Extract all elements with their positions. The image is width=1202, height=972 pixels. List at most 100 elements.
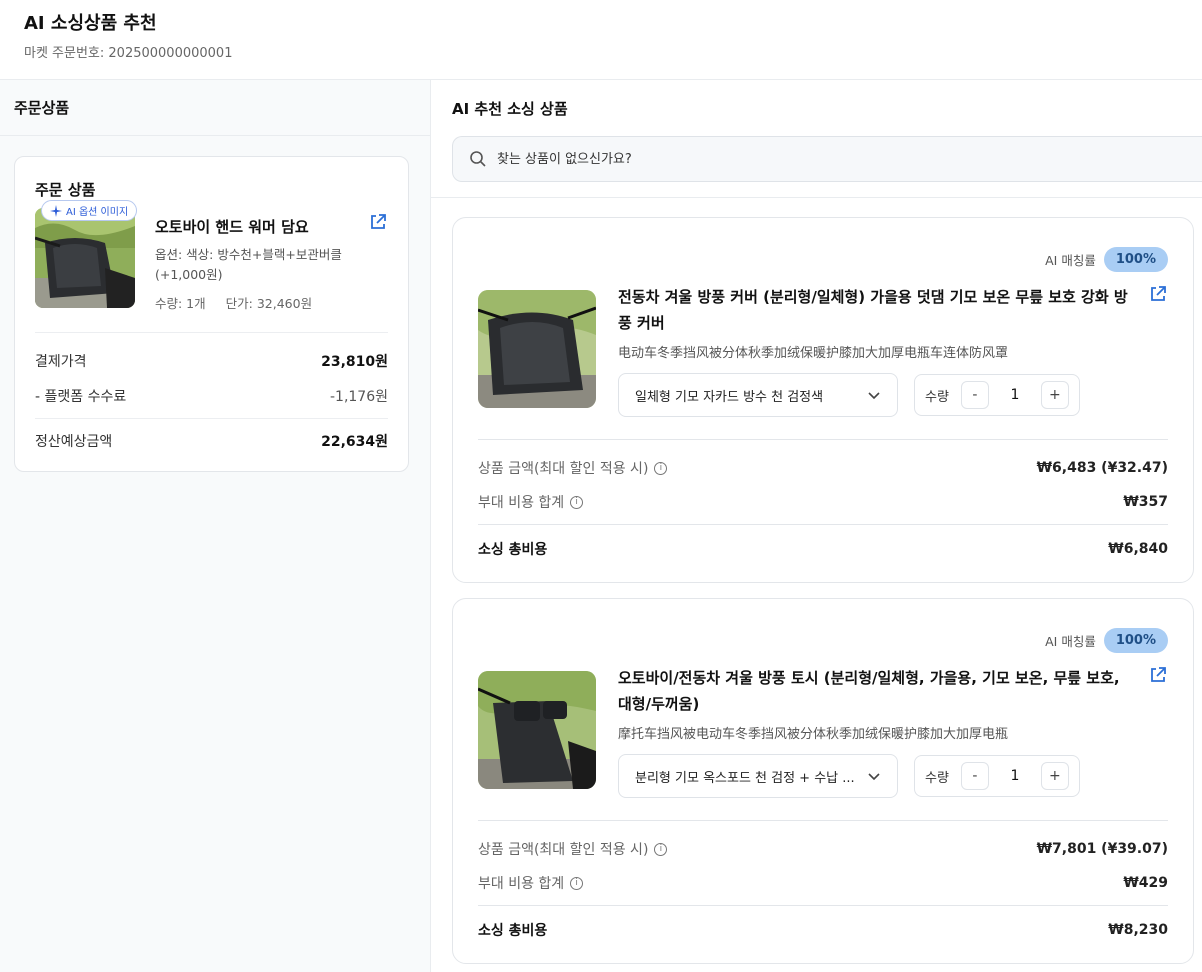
payment-label: 결제가격	[35, 354, 87, 370]
match-row: AI 매칭률 100%	[478, 625, 1168, 655]
external-link-icon[interactable]	[1148, 284, 1168, 304]
quantity-value: 1	[1010, 387, 1020, 403]
result-divider	[478, 820, 1168, 821]
recommend-panel-title: AI 추천 소싱 상품	[452, 99, 568, 118]
extra-cost-value: ₩429	[1123, 875, 1168, 891]
result-product-info: 오토바이/전동차 겨울 방풍 토시 (분리형/일체형, 가을용, 기모 보온, …	[618, 665, 1168, 798]
quantity-label: 수량	[925, 389, 949, 405]
result-product-image	[478, 671, 596, 789]
ai-chip-label: AI 옵션 이미지	[66, 207, 129, 218]
extra-cost-value: ₩357	[1123, 494, 1168, 510]
option-select-value: 분리형 기모 옥스포드 천 검정 + 수납 ...	[635, 770, 855, 786]
match-badge: 100%	[1103, 627, 1168, 653]
platform-fee-row: - 플랫폼 수수료 -1,176원	[35, 384, 388, 408]
search-divider	[431, 197, 1202, 198]
match-badge: 100%	[1103, 246, 1168, 272]
extra-cost-label: 부대 비용 합계	[478, 876, 565, 892]
chevron-down-icon	[868, 392, 880, 400]
total-divider	[478, 905, 1168, 906]
product-price-label: 상품 금액(최대 할인 적용 시)	[478, 842, 649, 858]
option-select-value: 일체형 기모 자카드 방수 천 검정색	[635, 389, 824, 405]
settlement-value: 22,634원	[321, 434, 388, 450]
result-controls: 일체형 기모 자카드 방수 천 검정색 수량 - 1 +	[618, 373, 1138, 417]
result-divider	[478, 439, 1168, 440]
settlement-row: 정산예상금액 22,634원	[35, 429, 388, 453]
quantity-increase-button[interactable]: +	[1040, 381, 1069, 409]
search-bar[interactable]	[452, 136, 1202, 182]
extra-cost-row: 부대 비용 합계 i ₩429	[478, 871, 1168, 895]
order-product-option: 옵션: 색상: 방수천+블랙+보관버클 (+1,000원)	[155, 247, 342, 282]
order-divider	[35, 332, 388, 333]
total-divider	[478, 524, 1168, 525]
extra-cost-row: 부대 비용 합계 i ₩357	[478, 490, 1168, 514]
product-price-value: ₩7,801 (¥39.07)	[1036, 841, 1168, 857]
order-card-title: 주문 상품	[35, 181, 96, 199]
total-cost-label: 소싱 총비용	[478, 923, 548, 939]
quantity-stepper: 수량 - 1 +	[914, 755, 1080, 797]
external-link-icon[interactable]	[368, 212, 388, 232]
result-product-row: 오토바이/전동차 겨울 방풍 토시 (분리형/일체형, 가을용, 기모 보온, …	[478, 665, 1168, 798]
total-cost-value: ₩8,230	[1108, 922, 1168, 938]
platform-fee-label: - 플랫폼 수수료	[35, 389, 127, 405]
payment-value: 23,810원	[321, 354, 388, 370]
quantity-stepper: 수량 - 1 +	[914, 374, 1080, 416]
quantity-value: 1	[1010, 768, 1020, 784]
result-product-row: 전동차 겨울 방풍 커버 (분리형/일체형) 가을용 덧댐 기모 보온 무릎 보…	[478, 284, 1168, 417]
option-select[interactable]: 분리형 기모 옥스포드 천 검정 + 수납 ...	[618, 754, 898, 798]
product-price-row: 상품 금액(최대 할인 적용 시) i ₩6,483 (¥32.47)	[478, 456, 1168, 480]
result-product-subtitle: 电动车冬季挡风被分体秋季加绒保暖护膝加大加厚电瓶车连体防风罩	[618, 346, 1009, 361]
payment-row: 결제가격 23,810원	[35, 349, 388, 373]
external-link-icon[interactable]	[1148, 665, 1168, 685]
result-product-name: 전동차 겨울 방풍 커버 (분리형/일체형) 가을용 덧댐 기모 보온 무릎 보…	[618, 288, 1128, 332]
total-cost-value: ₩6,840	[1108, 541, 1168, 557]
ai-option-image-chip[interactable]: AI 옵션 이미지	[41, 200, 138, 221]
platform-fee-value: -1,176원	[329, 389, 388, 405]
match-label: AI 매칭률	[1045, 252, 1096, 268]
search-icon	[470, 151, 486, 167]
search-input[interactable]	[497, 151, 1097, 167]
product-price-value: ₩6,483 (¥32.47)	[1036, 460, 1168, 476]
recommend-panel: AI 추천 소싱 상품 AI 매칭률 100%	[431, 80, 1202, 972]
settle-divider	[35, 418, 388, 419]
chevron-down-icon	[868, 773, 880, 781]
order-product-meta: 수량: 1개 단가: 32,460원	[155, 293, 388, 312]
match-label: AI 매칭률	[1045, 633, 1096, 649]
order-product-name: 오토바이 핸드 워머 담요	[155, 218, 309, 236]
total-cost-label: 소싱 총비용	[478, 542, 548, 558]
order-unit-price: 단가: 32,460원	[225, 296, 313, 311]
sparkle-icon	[50, 204, 62, 217]
info-icon[interactable]: i	[654, 461, 668, 475]
order-product-row: AI 옵션 이미지 오토바이 핸드 워머 담요 옵션: 색상: 방수천+블랙+보…	[35, 200, 388, 312]
order-panel-title: 주문상품	[0, 80, 430, 136]
info-icon[interactable]: i	[654, 842, 668, 856]
order-quantity: 수량: 1개	[155, 296, 206, 311]
result-product-name: 오토바이/전동차 겨울 방풍 토시 (분리형/일체형, 가을용, 기모 보온, …	[618, 669, 1120, 713]
total-cost-row: 소싱 총비용 ₩6,840	[478, 537, 1168, 561]
result-product-subtitle: 摩托车挡风被电动车冬季挡风被分体秋季加绒保暖护膝加大加厚电瓶	[618, 727, 1009, 742]
info-icon[interactable]: i	[570, 495, 584, 509]
quantity-increase-button[interactable]: +	[1040, 762, 1069, 790]
order-number: 마켓 주문번호: 202500000000001	[24, 46, 233, 61]
page-header: AI 소싱상품 추천 마켓 주문번호: 202500000000001	[0, 0, 1202, 80]
quantity-decrease-button[interactable]: -	[960, 381, 989, 409]
result-card: AI 매칭률 100% 전동차 겨울 방풍 커버 (분리형/일체형) 가을용 덧…	[452, 217, 1194, 583]
option-select[interactable]: 일체형 기모 자카드 방수 천 검정색	[618, 373, 898, 417]
match-row: AI 매칭률 100%	[478, 244, 1168, 274]
quantity-label: 수량	[925, 770, 949, 786]
extra-cost-label: 부대 비용 합계	[478, 495, 565, 511]
product-price-label: 상품 금액(최대 할인 적용 시)	[478, 461, 649, 477]
order-product-image	[35, 208, 135, 308]
page-title: AI 소싱상품 추천	[24, 13, 157, 34]
result-card: AI 매칭률 100% 오토바이/전동차 겨울 방풍 토시 (분리형/일체형, …	[452, 598, 1194, 964]
order-product-info: 오토바이 핸드 워머 담요 옵션: 색상: 방수천+블랙+보관버클 (+1,00…	[155, 208, 388, 312]
result-controls: 분리형 기모 옥스포드 천 검정 + 수납 ... 수량 - 1 +	[618, 754, 1138, 798]
quantity-decrease-button[interactable]: -	[960, 762, 989, 790]
order-product-card: 주문 상품 AI 옵션 이미지 오토바이 핸드 워머 담요 옵션: 색상: 방수…	[14, 156, 409, 472]
order-panel: 주문상품 주문 상품 AI 옵션 이미지 오토바이 핸드 워머 담요 옵션: 색…	[0, 80, 431, 972]
settlement-label: 정산예상금액	[35, 434, 113, 450]
info-icon[interactable]: i	[570, 876, 584, 890]
product-price-row: 상품 금액(최대 할인 적용 시) i ₩7,801 (¥39.07)	[478, 837, 1168, 861]
total-cost-row: 소싱 총비용 ₩8,230	[478, 918, 1168, 942]
main-layout: 주문상품 주문 상품 AI 옵션 이미지 오토바이 핸드 워머 담요 옵션: 색…	[0, 80, 1202, 972]
result-product-image	[478, 290, 596, 408]
